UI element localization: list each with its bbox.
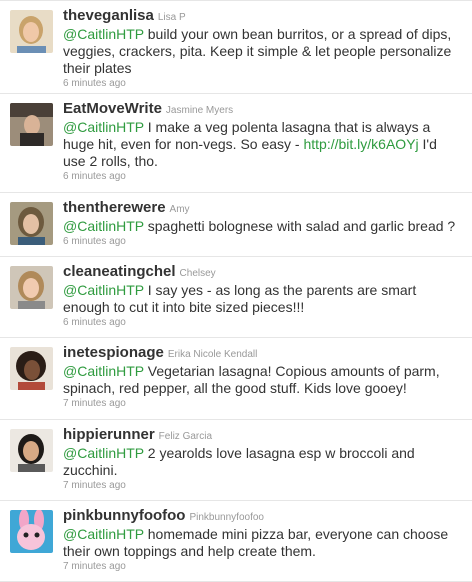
timestamp-link[interactable]: 6 minutes ago	[63, 77, 462, 91]
tweet-text: @CaitlinHTP Vegetarian lasagna! Copious …	[63, 363, 462, 397]
url-link[interactable]: http://bit.ly/k6AOYj	[303, 136, 418, 152]
username-link[interactable]: cleaneatingchel	[63, 263, 176, 280]
timestamp-link[interactable]: 7 minutes ago	[63, 560, 462, 574]
username-link[interactable]: hippierunner	[63, 426, 155, 443]
tweet-text: @CaitlinHTP homemade mini pizza bar, eve…	[63, 526, 462, 560]
username-link[interactable]: thentherewere	[63, 199, 166, 216]
timestamp-link[interactable]: 6 minutes ago	[63, 316, 462, 330]
timestamp-link[interactable]: 6 minutes ago	[63, 170, 462, 184]
avatar-icon[interactable]	[10, 266, 53, 309]
tweet-text: @CaitlinHTP I say yes - as long as the p…	[63, 282, 462, 316]
avatar-icon[interactable]	[10, 429, 53, 472]
tweet-item: inetespionage Erika Nicole Kendall @Caitl…	[0, 338, 472, 420]
real-name: Jasmine Myers	[165, 105, 234, 116]
tweet-text: @CaitlinHTP spaghetti bolognese with sal…	[63, 218, 462, 235]
username-link[interactable]: EatMoveWrite	[63, 100, 162, 117]
avatar-icon[interactable]	[10, 202, 53, 245]
mention-link[interactable]: @CaitlinHTP	[63, 445, 144, 461]
avatar-icon[interactable]	[10, 103, 53, 146]
tweet-item: EatMoveWrite Jasmine Myers @CaitlinHTP I …	[0, 94, 472, 193]
mention-link[interactable]: @CaitlinHTP	[63, 119, 144, 135]
real-name: Feliz Garcia	[158, 431, 213, 442]
tweet-item: theveganlisa Lisa P @CaitlinHTP build you…	[0, 0, 472, 94]
timestamp-link[interactable]: 7 minutes ago	[63, 397, 462, 411]
tweet-text: @CaitlinHTP 2 yearolds love lasagna esp …	[63, 445, 462, 479]
tweet-body: spaghetti bolognese with salad and garli…	[147, 218, 456, 234]
timestamp-link[interactable]: 7 minutes ago	[63, 479, 462, 493]
tweet-text: @CaitlinHTP build your own bean burritos…	[63, 26, 462, 77]
mention-link[interactable]: @CaitlinHTP	[63, 282, 144, 298]
real-name: Lisa P	[157, 12, 186, 23]
tweet-item: cleaneatingchel Chelsey @CaitlinHTP I say…	[0, 257, 472, 338]
mention-link[interactable]: @CaitlinHTP	[63, 218, 144, 234]
mention-link[interactable]: @CaitlinHTP	[63, 526, 144, 542]
mention-link[interactable]: @CaitlinHTP	[63, 26, 144, 42]
username-link[interactable]: inetespionage	[63, 344, 164, 361]
avatar-icon[interactable]	[10, 10, 53, 53]
tweet-item: thentherewere Amy @CaitlinHTP spaghetti b…	[0, 193, 472, 257]
avatar-icon[interactable]	[10, 347, 53, 390]
username-link[interactable]: pinkbunnyfoofoo	[63, 507, 185, 524]
avatar-icon[interactable]	[10, 510, 53, 553]
real-name: Pinkbunnyfoofoo	[189, 512, 264, 523]
tweet-item: hippierunner Feliz Garcia @CaitlinHTP 2 y…	[0, 420, 472, 501]
username-link[interactable]: theveganlisa	[63, 7, 154, 24]
timestamp-link[interactable]: 6 minutes ago	[63, 235, 462, 249]
tweet-feed: theveganlisa Lisa P @CaitlinHTP build you…	[0, 0, 472, 582]
mention-link[interactable]: @CaitlinHTP	[63, 363, 144, 379]
tweet-text: @CaitlinHTP I make a veg polenta lasagna…	[63, 119, 462, 170]
tweet-item: pinkbunnyfoofoo Pinkbunnyfoofoo @CaitlinH…	[0, 501, 472, 582]
real-name: Erika Nicole Kendall	[167, 349, 258, 360]
real-name: Amy	[169, 204, 190, 215]
real-name: Chelsey	[179, 268, 216, 279]
